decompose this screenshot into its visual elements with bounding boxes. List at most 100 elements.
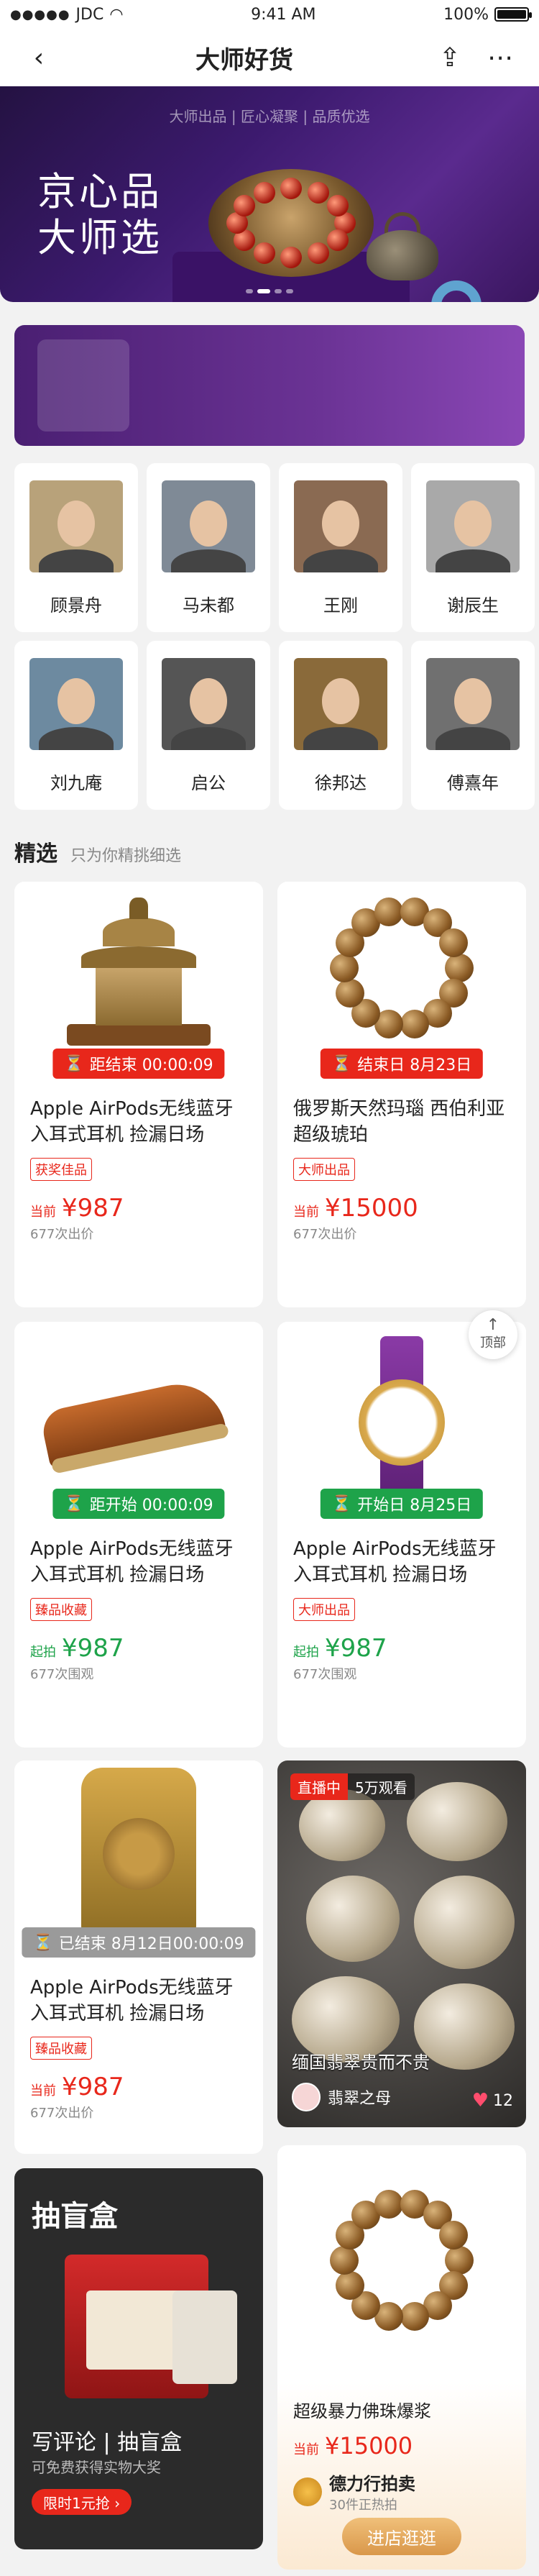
product-card[interactable]: ⏳ 距开始 00:00:09 Apple AirPods无线蓝牙入耳式耳机 捡漏…	[14, 1322, 263, 1748]
blind-box-card[interactable]: 抽盲盒 写评论 | 抽盲盒 可免费获得实物大奖 限时1元抢 ›	[14, 2168, 263, 2549]
host-name: 翡翠之母	[328, 2090, 392, 2108]
master-avatar	[294, 480, 387, 572]
master-avatar	[29, 658, 123, 750]
shop-promo-card[interactable]: 超级暴力佛珠爆浆 当前 ¥15000 德力行拍卖 30件正热拍 进店逛逛	[277, 2145, 526, 2570]
master-avatar	[162, 658, 255, 750]
live-status: 直播中	[290, 1773, 348, 1800]
product-title: Apple AirPods无线蓝牙入耳式耳机 捡漏日场	[30, 1977, 234, 2024]
product-tag: 大师出品	[293, 1598, 355, 1621]
banner-thumbnail	[37, 339, 129, 431]
signal-icon: ●●●●●	[10, 6, 70, 22]
master-card[interactable]: 谢辰生	[411, 463, 535, 632]
seller-name: 德力行拍卖	[329, 2474, 415, 2494]
countdown-badge: ⏳ 结束日 8月23日	[320, 1049, 484, 1079]
blind-box-title: 抽盲盒	[32, 2200, 118, 2233]
product-card[interactable]: ⏳ 已结束 8月12日00:00:09 Apple AirPods无线蓝牙入耳式…	[14, 1760, 263, 2154]
carousel-dot[interactable]	[275, 289, 282, 293]
live-viewers: 5万观看	[355, 1779, 407, 1796]
live-stream-card[interactable]: 直播中 5万观看 缅国翡翠贵而不贵 翡翠之母 ♥ 12	[277, 1760, 526, 2127]
product-image: ⏳ 已结束 8月12日00:00:09	[14, 1760, 263, 1962]
nav-bar: ‹ 大师好货 ⇪ ⋯	[0, 29, 539, 86]
carousel-dot[interactable]	[286, 289, 293, 293]
seller-subtitle: 30件正热拍	[329, 2498, 397, 2513]
carousel-dot[interactable]	[246, 289, 253, 293]
hero-slogan-line1: 京心品	[37, 169, 162, 214]
more-icon[interactable]: ⋯	[479, 43, 522, 73]
master-card[interactable]: 傅熹年	[411, 641, 535, 810]
product-card[interactable]: ⏳ 结束日 8月23日 俄罗斯天然玛瑙 西伯利亚超级琥珀 大师出品 当前 ¥15…	[277, 882, 526, 1307]
battery-percent: 100%	[443, 5, 489, 24]
host-avatar	[292, 2083, 321, 2111]
promo-banner[interactable]	[14, 325, 525, 446]
hourglass-icon: ⏳	[331, 1494, 352, 1513]
prayer-beads-image	[330, 2188, 474, 2332]
product-card[interactable]: ⏳ 开始日 8月25日 Apple AirPods无线蓝牙入耳式耳机 捡漏日场 …	[277, 1322, 526, 1748]
section-title: 精选	[14, 841, 57, 867]
master-name: 顾景舟	[50, 595, 102, 616]
battery-icon	[494, 7, 532, 22]
master-card[interactable]: 启公	[147, 641, 270, 810]
promo-title: 超级暴力佛珠爆浆	[293, 2401, 431, 2421]
share-icon[interactable]: ⇪	[428, 43, 471, 73]
live-likes[interactable]: ♥ 12	[472, 2090, 513, 2111]
carrier-label: JDC	[75, 5, 104, 24]
product-tag: 大师出品	[293, 1158, 355, 1181]
seller-logo	[293, 2477, 322, 2506]
back-to-top-button[interactable]: ↑ 顶部	[469, 1310, 517, 1359]
countdown-badge: ⏳ 开始日 8月25日	[320, 1489, 484, 1519]
product-count: 677次围观	[30, 1667, 94, 1682]
product-count: 677次出价	[293, 1227, 357, 1242]
hourglass-icon: ⏳	[64, 1054, 84, 1073]
product-price: 当前 ¥15000	[293, 1194, 418, 1223]
featured-section-header: 精选 只为你精挑细选	[14, 836, 525, 867]
carousel-indicator	[0, 289, 539, 293]
product-title: Apple AirPods无线蓝牙入耳式耳机 捡漏日场	[30, 1098, 234, 1146]
master-name: 王刚	[323, 595, 358, 616]
master-name: 刘九庵	[50, 773, 102, 793]
master-card[interactable]: 刘九庵	[14, 641, 138, 810]
countdown-badge: ⏳ 距结束 00:00:09	[52, 1049, 225, 1079]
master-card[interactable]: 徐邦达	[279, 641, 402, 810]
master-card[interactable]: 王刚	[279, 463, 402, 632]
visit-shop-button[interactable]: 进店逛逛	[342, 2518, 461, 2555]
hourglass-icon: ⏳	[331, 1054, 352, 1073]
product-title: 俄罗斯天然玛瑙 西伯利亚超级琥珀	[293, 1098, 505, 1146]
status-time: 9:41 AM	[251, 5, 316, 24]
wifi-icon: ◠	[109, 5, 124, 24]
seller-info[interactable]: 德力行拍卖 30件正热拍	[293, 2470, 510, 2513]
page: ●●●●● JDC ◠ 9:41 AM 100% ‹ 大师好货 ⇪ ⋯ 大师出品…	[0, 0, 539, 2576]
live-host[interactable]: 翡翠之母	[292, 2083, 391, 2111]
hero-banner[interactable]: 大师出品 | 匠心凝聚 | 品质优选 京心品 大师选	[0, 86, 539, 302]
product-image: ⏳ 结束日 8月23日	[277, 882, 526, 1083]
carousel-dot-active[interactable]	[257, 289, 270, 293]
hero-slogan-line2: 大师选	[37, 215, 162, 260]
live-badge: 直播中 5万观看	[290, 1773, 415, 1800]
product-title: Apple AirPods无线蓝牙入耳式耳机 捡漏日场	[30, 1538, 234, 1586]
blind-box-cta-button[interactable]: 限时1元抢 ›	[32, 2489, 132, 2515]
back-icon[interactable]: ‹	[17, 43, 60, 73]
product-tag: 获奖佳品	[30, 1158, 92, 1181]
master-name: 傅熹年	[447, 773, 499, 793]
hourglass-icon: ⏳	[33, 1933, 53, 1952]
master-avatar	[426, 480, 520, 572]
heart-icon: ♥	[471, 2090, 489, 2111]
product-tag: 臻品收藏	[30, 2037, 92, 2060]
master-card[interactable]: 顾景舟	[14, 463, 138, 632]
master-name: 马未都	[183, 595, 234, 616]
promo-price: 当前 ¥15000	[293, 2432, 413, 2459]
product-title: Apple AirPods无线蓝牙入耳式耳机 捡漏日场	[293, 1538, 497, 1586]
product-card[interactable]: ⏳ 距结束 00:00:09 Apple AirPods无线蓝牙入耳式耳机 捡漏…	[14, 882, 263, 1307]
product-count: 677次出价	[30, 2106, 94, 2121]
master-card[interactable]: 马未都	[147, 463, 270, 632]
master-name: 徐邦达	[315, 773, 367, 793]
countdown-badge: ⏳ 已结束 8月12日00:00:09	[22, 1927, 256, 1958]
product-price: 当前 ¥987	[30, 1194, 124, 1223]
blind-box-line1: 写评论 | 抽盲盒	[32, 2430, 183, 2455]
hourglass-icon: ⏳	[64, 1494, 84, 1513]
product-image: ⏳ 距开始 00:00:09	[14, 1322, 263, 1523]
live-caption: 缅国翡翠贵而不贵	[292, 2052, 430, 2073]
blind-box-line2: 可免费获得实物大奖	[32, 2459, 161, 2476]
page-title: 大师好货	[195, 45, 293, 75]
product-tag: 臻品收藏	[30, 1598, 92, 1621]
arrow-up-icon: ↑	[486, 1316, 500, 1334]
